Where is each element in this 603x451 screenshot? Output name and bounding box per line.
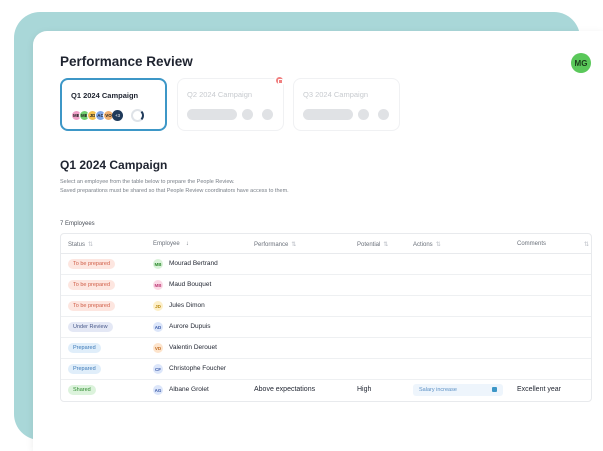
column-actions[interactable]: Actions ⇅ bbox=[413, 241, 441, 248]
status-badge: To be prepared bbox=[68, 280, 115, 290]
table-row[interactable]: Shared AG Albane Grolet Above expectations H… bbox=[61, 380, 591, 401]
more-participants-badge: +3 bbox=[112, 110, 123, 121]
employee-name[interactable]: Valentin Derouet bbox=[169, 344, 217, 351]
user-avatar[interactable]: MG bbox=[571, 53, 591, 73]
sort-icon[interactable]: ⇅ bbox=[581, 241, 589, 248]
column-label: Potential bbox=[357, 242, 381, 248]
sort-icon[interactable]: ⇅ bbox=[383, 242, 388, 248]
table-row[interactable]: To be prepared MB Mourad Bertrand bbox=[61, 254, 591, 275]
employee-avatar: AG bbox=[153, 385, 163, 395]
status-badge: To be prepared bbox=[68, 301, 115, 311]
table-body: To be prepared MB Mourad Bertrand To be pre… bbox=[61, 254, 591, 401]
progress-ring-icon bbox=[131, 109, 144, 122]
campaign-name: Q3 2024 Campaign bbox=[303, 90, 369, 99]
description-line: Select an employee from the table below … bbox=[60, 179, 235, 185]
sort-icon[interactable]: ⇅ bbox=[436, 242, 441, 248]
description-line: Saved preparations must be shared so tha… bbox=[60, 188, 289, 194]
campaign-card-q1[interactable]: Q1 2024 Campaign MB MB JD AC VO +3 bbox=[60, 78, 167, 131]
comment-cell: Excellent year bbox=[517, 386, 561, 393]
sort-icon[interactable]: ⇅ bbox=[88, 242, 93, 248]
status-badge: Prepared bbox=[68, 364, 101, 374]
column-label: Employee bbox=[153, 241, 180, 247]
arrow-down-icon[interactable]: ↓ bbox=[186, 241, 189, 247]
status-badge: To be prepared bbox=[68, 259, 115, 269]
employee-name[interactable]: Albane Grolet bbox=[169, 386, 209, 393]
sort-icon[interactable]: ⇅ bbox=[291, 242, 296, 248]
status-badge: Prepared bbox=[68, 343, 101, 353]
placeholder-avatars bbox=[303, 109, 353, 120]
campaign-card-q3[interactable]: Q3 2024 Campaign bbox=[293, 78, 400, 131]
placeholder-dot bbox=[358, 109, 369, 120]
employee-avatar: MB bbox=[153, 259, 163, 269]
table-row[interactable]: Under Review AD Aurore Dupuis bbox=[61, 317, 591, 338]
employee-count: 7 Employees bbox=[60, 221, 95, 227]
column-label: Performance bbox=[254, 242, 289, 248]
employee-name[interactable]: Maud Bouquet bbox=[169, 281, 211, 288]
table-row[interactable]: Prepared CF Christophe Foucher bbox=[61, 359, 591, 380]
placeholder-dot bbox=[378, 109, 389, 120]
status-badge: Under Review bbox=[68, 322, 113, 332]
employee-name[interactable]: Christophe Foucher bbox=[169, 365, 226, 372]
column-employee[interactable]: Employee ↓ bbox=[153, 241, 189, 247]
employee-name[interactable]: Mourad Bertrand bbox=[169, 260, 218, 267]
column-label: Actions bbox=[413, 242, 433, 248]
placeholder-dot bbox=[262, 109, 273, 120]
employee-avatar: JD bbox=[153, 301, 163, 311]
employee-avatar: MB bbox=[153, 280, 163, 290]
table-row[interactable]: To be prepared MB Maud Bouquet bbox=[61, 275, 591, 296]
employee-name[interactable]: Aurore Dupuis bbox=[169, 323, 211, 330]
column-potential[interactable]: Potential ⇅ bbox=[357, 241, 388, 248]
column-status[interactable]: Status ⇅ bbox=[68, 241, 93, 248]
section-description: Select an employee from the table below … bbox=[60, 178, 289, 196]
table-row[interactable]: Prepared VD Valentin Derouet bbox=[61, 338, 591, 359]
flag-icon bbox=[492, 387, 497, 392]
section-title: Q1 2024 Campaign bbox=[60, 158, 168, 172]
column-label: Status bbox=[68, 242, 86, 248]
employee-avatar: CF bbox=[153, 364, 163, 374]
campaign-name: Q1 2024 Campaign bbox=[71, 91, 139, 100]
employee-name[interactable]: Jules Dimon bbox=[169, 302, 205, 309]
potential-cell: High bbox=[357, 386, 372, 393]
table-header: Status ⇅ Employee ↓ Performance ⇅ Potential… bbox=[61, 234, 591, 254]
performance-cell: Above expectations bbox=[254, 386, 316, 393]
column-comments[interactable]: Comments bbox=[517, 241, 546, 247]
action-label: Salary increase bbox=[419, 386, 457, 393]
employee-avatar: VD bbox=[153, 343, 163, 353]
employee-avatar: AD bbox=[153, 322, 163, 332]
table-row[interactable]: To be prepared JD Jules Dimon bbox=[61, 296, 591, 317]
notification-badge-icon bbox=[274, 75, 285, 86]
campaign-name: Q2 2024 Campaign bbox=[187, 90, 253, 99]
action-chip[interactable]: Salary increase bbox=[413, 384, 503, 396]
campaign-card-q2[interactable]: Q2 2024 Campaign bbox=[177, 78, 284, 131]
status-badge: Shared bbox=[68, 385, 96, 395]
employees-table: Status ⇅ Employee ↓ Performance ⇅ Potential… bbox=[60, 233, 592, 402]
page-title: Performance Review bbox=[60, 54, 193, 69]
placeholder-dot bbox=[242, 109, 253, 120]
placeholder-avatars bbox=[187, 109, 237, 120]
column-label: Comments bbox=[517, 241, 547, 247]
column-performance[interactable]: Performance ⇅ bbox=[254, 241, 296, 248]
